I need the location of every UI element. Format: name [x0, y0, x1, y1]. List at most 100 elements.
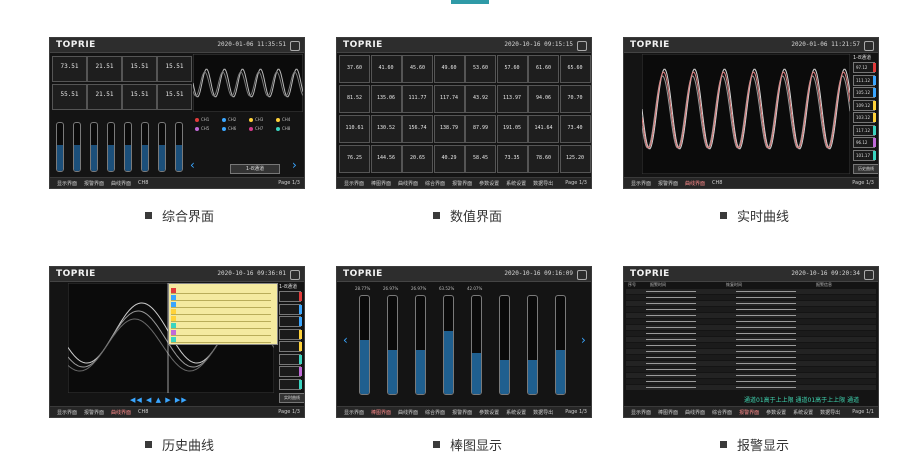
nav-composite[interactable]: 综合界面 — [425, 409, 445, 416]
caption: 报警显示 — [720, 435, 789, 454]
channel-tag[interactable]: 109.12 — [853, 99, 876, 111]
bar-gauge — [415, 295, 426, 395]
nav-curve[interactable]: 曲线界面 — [685, 180, 705, 187]
screen-history-curve[interactable]: TOPRIE 2020-10-16 09:36:01 1-8通道 实时曲线 ◀◀… — [49, 266, 305, 418]
channel-tag[interactable] — [279, 353, 302, 365]
nav-alarm[interactable]: 报警界面 — [658, 180, 678, 187]
alarm-row — [626, 325, 876, 330]
value-cell: 73.51 — [52, 56, 87, 82]
screen-bar-graph[interactable]: TOPRIE 2020-10-16 09:16:09 28.77% 26.97% 2… — [336, 266, 592, 418]
nav-params[interactable]: 参数设置 — [766, 409, 786, 416]
nav-system[interactable]: 系统设置 — [506, 180, 526, 187]
nav-bar[interactable]: 棒图界面 — [371, 409, 391, 416]
channel-tag[interactable] — [279, 366, 302, 377]
screen-values[interactable]: TOPRIE 2020-10-16 09:15:15 37.60 41.60 45.… — [336, 37, 592, 189]
nav-display[interactable]: 显示界面 — [57, 409, 77, 416]
nav-curve[interactable]: 曲线界面 — [111, 180, 131, 187]
next-arrow-icon[interactable]: › — [581, 333, 586, 347]
nav-curve[interactable]: 曲线界面 — [398, 409, 418, 416]
nav-curve[interactable]: 曲线界面 — [111, 409, 131, 416]
nav-params[interactable]: 参数设置 — [479, 409, 499, 416]
settings-icon[interactable] — [864, 270, 874, 280]
nav-display[interactable]: 显示界面 — [57, 180, 77, 187]
legend-dot — [195, 118, 199, 122]
channel-tag[interactable]: 103.12 — [853, 112, 876, 123]
channel-tag[interactable]: 117.12 — [853, 124, 876, 136]
nav-alarm[interactable]: 报警界面 — [739, 409, 759, 416]
history-curve-button[interactable]: 历史曲线 — [853, 164, 878, 174]
channel-color — [299, 317, 302, 326]
settings-icon[interactable] — [290, 41, 300, 51]
value-text: 40.29 — [441, 155, 457, 161]
nav-curve[interactable]: 曲线界面 — [685, 409, 705, 416]
channel-tag[interactable] — [279, 328, 302, 340]
channel-color — [873, 88, 876, 97]
channel-tag[interactable] — [279, 291, 302, 302]
channel-value: 109.12 — [856, 102, 870, 108]
nav-alarm[interactable]: 报警界面 — [452, 409, 472, 416]
channel-tag[interactable]: 111.12 — [853, 74, 876, 86]
screen-composite[interactable]: TOPRIE 2020-01-06 11:35:51 73.51 21.51 1… — [49, 37, 305, 189]
nav-params[interactable]: 参数设置 — [479, 180, 499, 187]
channel-tag[interactable]: 97.12 — [853, 62, 876, 73]
nav-bar[interactable]: 棒图界面 — [371, 180, 391, 187]
nav-system[interactable]: 系统设置 — [793, 409, 813, 416]
page-indicator: Page 1/3 — [852, 180, 874, 186]
realtime-curve-button[interactable]: 实时曲线 — [279, 393, 304, 403]
value-text: 70.70 — [567, 95, 583, 101]
channel-tag[interactable]: 101.17 — [853, 149, 876, 161]
channel-tag[interactable]: 105.12 — [853, 87, 876, 98]
datetime: 2020-10-16 09:16:09 — [504, 270, 573, 277]
value-text: 37.60 — [346, 65, 363, 71]
bar-gauge — [471, 295, 482, 395]
value-cell: 41.60 — [370, 55, 402, 83]
next-arrow-icon[interactable]: › — [292, 158, 297, 172]
legend-dot — [222, 118, 226, 122]
nav-export[interactable]: 数据导出 — [533, 409, 553, 416]
value-cell: 138.79 — [433, 115, 465, 143]
nav-system[interactable]: 系统设置 — [506, 409, 526, 416]
playback-controls[interactable]: ◀◀ ◀ ▲ ▶ ▶▶ — [130, 396, 188, 404]
nav-export[interactable]: 数据导出 — [533, 180, 553, 187]
nav-display[interactable]: 显示界面 — [631, 409, 651, 416]
prev-arrow-icon[interactable]: ‹ — [343, 333, 348, 347]
value-cell: 87.99 — [465, 115, 496, 143]
channel-tag[interactable] — [279, 341, 302, 352]
value-cell: 135.06 — [370, 85, 402, 113]
alarm-row — [626, 319, 876, 324]
bullet-square-icon — [145, 441, 152, 448]
nav-display[interactable]: 显示界面 — [631, 180, 651, 187]
channel-tag[interactable] — [279, 316, 302, 327]
channel-tag[interactable] — [279, 378, 302, 390]
bar-fill — [444, 331, 453, 394]
nav-display[interactable]: 显示界面 — [344, 180, 364, 187]
settings-icon[interactable] — [290, 270, 300, 280]
nav-composite[interactable]: 综合界面 — [425, 180, 445, 187]
percent-label: 42.07% — [467, 286, 483, 291]
channel-tag[interactable] — [279, 303, 302, 315]
nav-bar[interactable]: 棒图界面 — [658, 409, 678, 416]
screen-realtime-curve[interactable]: TOPRIE 2020-01-06 11:21:57 1-8通道 97.12 11… — [623, 37, 879, 189]
nav-export[interactable]: 数据导出 — [820, 409, 840, 416]
prev-arrow-icon[interactable]: ‹ — [190, 158, 195, 172]
settings-icon[interactable] — [577, 270, 587, 280]
alarm-row — [626, 331, 876, 336]
alarm-info-placeholder — [736, 321, 796, 322]
channel-selector[interactable]: 1-8通道 — [230, 164, 280, 174]
screen-alarm-display[interactable]: TOPRIE 2020-10-16 09:20:34 序号 报警时间 恢复时间 … — [623, 266, 879, 418]
channel-tag[interactable]: 96.12 — [853, 137, 876, 148]
nav-display[interactable]: 显示界面 — [344, 409, 364, 416]
channel-color — [873, 75, 876, 85]
nav-composite[interactable]: 综合界面 — [712, 409, 732, 416]
value-cell: 40.29 — [433, 145, 465, 173]
value-text: 141.64 — [534, 125, 553, 131]
alarm-info-placeholder — [736, 309, 796, 310]
nav-curve[interactable]: 曲线界面 — [398, 180, 418, 187]
nav-alarm[interactable]: 报警界面 — [84, 180, 104, 187]
settings-icon[interactable] — [864, 41, 874, 51]
value-cell: 65.60 — [559, 55, 591, 83]
nav-alarm[interactable]: 报警界面 — [84, 409, 104, 416]
settings-icon[interactable] — [577, 41, 587, 51]
nav-alarm[interactable]: 报警界面 — [452, 180, 472, 187]
value-cell: 70.70 — [559, 85, 591, 113]
